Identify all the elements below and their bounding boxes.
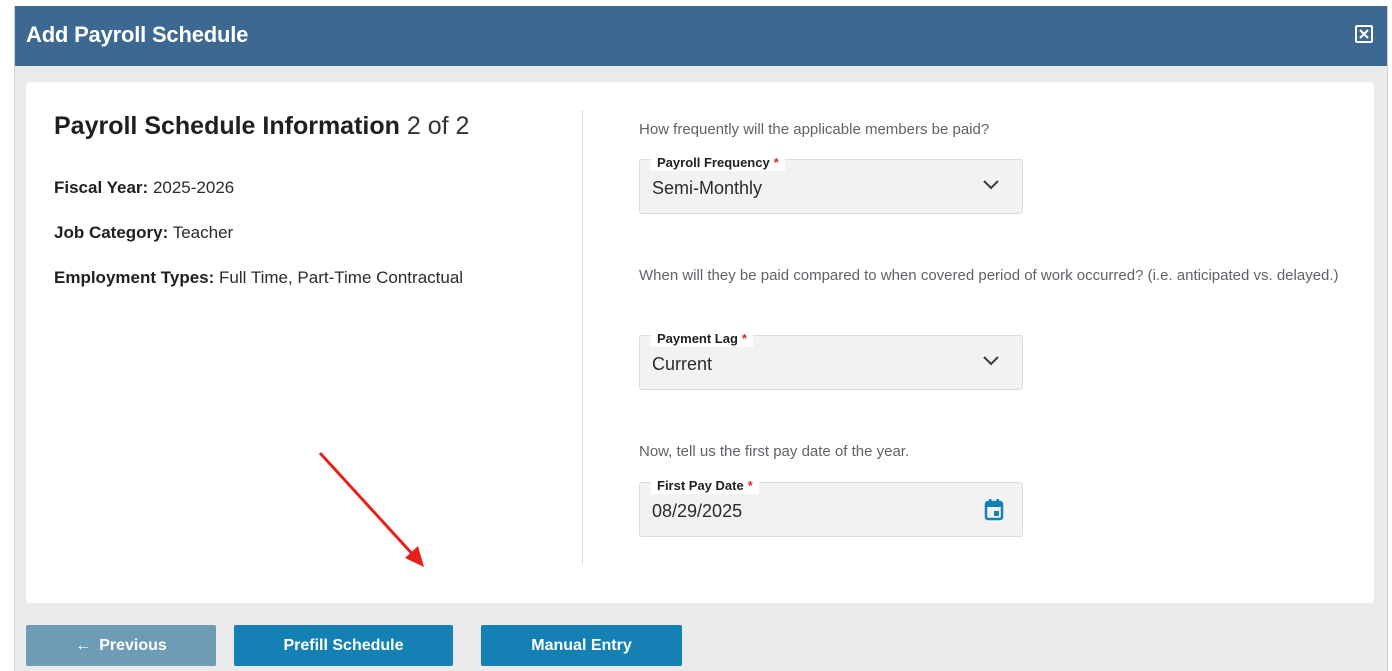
calendar-icon[interactable]	[984, 499, 1004, 521]
job-category-label: Job Category:	[54, 223, 169, 242]
payroll-frequency-label-wrap: Payroll Frequency *	[651, 155, 785, 171]
fiscal-year-value: 2025-2026	[152, 178, 235, 197]
close-button[interactable]	[1355, 25, 1373, 43]
manual-entry-button[interactable]: Manual Entry	[481, 625, 682, 666]
step-indicator: 2 of 2	[406, 112, 470, 140]
section-heading: Payroll Schedule Information	[54, 112, 400, 140]
previous-button-label: Previous	[99, 637, 167, 654]
frequency-question: How frequently will the applicable membe…	[639, 121, 990, 138]
close-icon	[1359, 29, 1369, 39]
previous-button[interactable]: ← Previous	[26, 625, 216, 666]
employment-types-label: Employment Types:	[54, 268, 215, 287]
payroll-frequency-select[interactable]: Payroll Frequency * Semi-Monthly	[639, 155, 1023, 214]
required-marker: *	[747, 478, 753, 493]
section-title: Payroll Schedule Information 2 of 2	[54, 112, 469, 141]
payment-lag-select[interactable]: Payment Lag * Current	[639, 331, 1023, 390]
first-pay-date-label-wrap: First Pay Date *	[651, 478, 759, 494]
employment-types-line: Employment Types: Full Time, Part-Time C…	[54, 268, 463, 288]
pay-date-question: Now, tell us the first pay date of the y…	[639, 443, 910, 460]
payroll-frequency-value: Semi-Monthly	[652, 178, 763, 198]
vertical-divider	[582, 110, 583, 564]
required-marker: *	[741, 331, 747, 346]
job-category-line: Job Category: Teacher	[54, 223, 233, 243]
manual-entry-label: Manual Entry	[531, 637, 632, 654]
prefill-schedule-button[interactable]: Prefill Schedule	[234, 625, 453, 666]
fiscal-year-label: Fiscal Year:	[54, 178, 149, 197]
employment-types-value: Full Time, Part-Time Contractual	[219, 268, 464, 287]
payroll-frequency-label: Payroll Frequency	[657, 155, 770, 170]
modal-header: Add Payroll Schedule	[15, 6, 1387, 66]
required-marker: *	[773, 155, 779, 170]
first-pay-date-label: First Pay Date	[657, 478, 744, 493]
add-payroll-schedule-modal: Add Payroll Schedule Payroll Schedule In…	[14, 6, 1388, 671]
chevron-down-icon	[983, 356, 999, 366]
prefill-schedule-label: Prefill Schedule	[283, 637, 404, 654]
content-card: Payroll Schedule Information 2 of 2 Fisc…	[26, 82, 1374, 603]
payment-lag-value: Current	[652, 354, 713, 374]
job-category-value: Teacher	[172, 223, 234, 242]
lag-question: When will they be paid compared to when …	[639, 267, 1339, 284]
first-pay-date-input[interactable]: First Pay Date * 08/29/2025	[639, 478, 1023, 537]
payment-lag-label: Payment Lag	[657, 331, 738, 346]
arrow-left-icon: ←	[75, 637, 92, 654]
first-pay-date-value: 08/29/2025	[652, 501, 743, 521]
modal-title: Add Payroll Schedule	[26, 22, 249, 47]
fiscal-year-line: Fiscal Year: 2025-2026	[54, 178, 234, 198]
payment-lag-label-wrap: Payment Lag *	[651, 331, 753, 347]
chevron-down-icon	[983, 180, 999, 190]
